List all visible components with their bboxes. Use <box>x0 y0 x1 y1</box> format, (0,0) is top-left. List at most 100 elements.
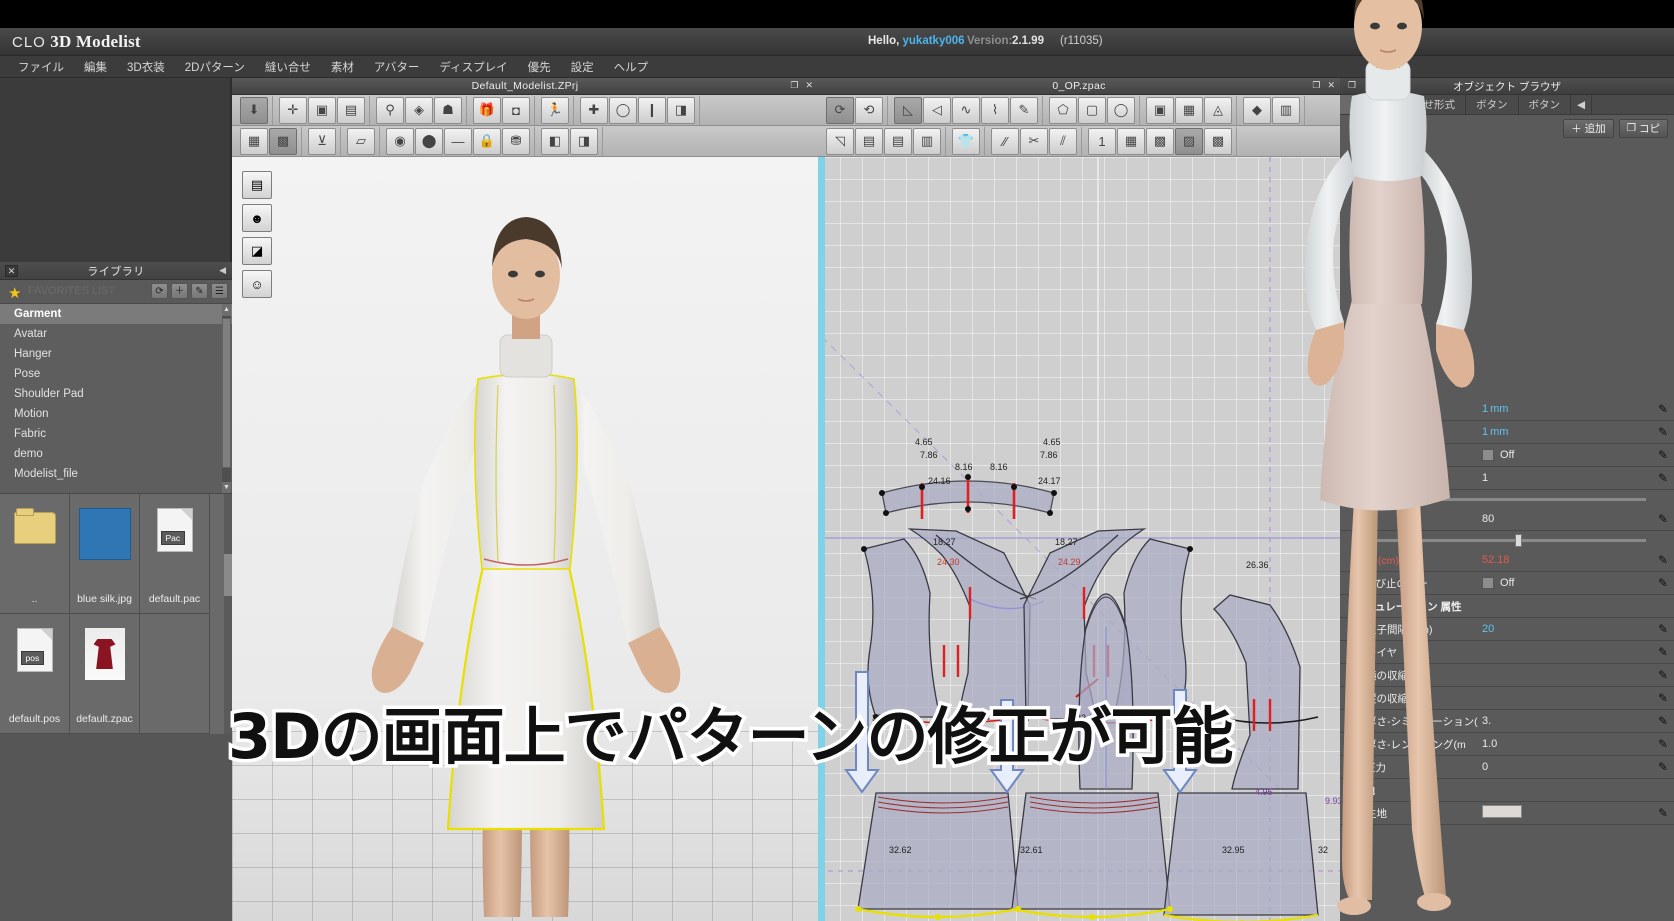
slider-knob[interactable] <box>1514 533 1522 547</box>
library-file-default-pos[interactable]: pos default.pos <box>0 614 70 734</box>
object-browser-plus-button[interactable]: ＋追加 <box>1563 118 1614 138</box>
number-tool[interactable]: 1 <box>1088 127 1116 155</box>
panel-3d-maximize-icon[interactable]: ❐ <box>790 80 798 91</box>
panel-3d-close-icon[interactable]: ✕ <box>805 80 813 91</box>
property-wrench-icon[interactable]: ✎ <box>1652 737 1674 751</box>
internal-circ-tool[interactable]: ◬ <box>1204 96 1232 124</box>
property-slider[interactable] <box>1340 490 1674 508</box>
sync-3d-tool[interactable]: ⟲ <box>855 96 883 124</box>
library-tree-item-avatar[interactable]: Avatar <box>0 324 232 344</box>
library-file-empty[interactable] <box>140 614 210 734</box>
object-browser-tab-2[interactable]: ボタン <box>1466 95 1519 114</box>
property-row[interactable]: 厚さ-シミュレーション(3. ✎ <box>1340 710 1674 733</box>
library-close-icon[interactable]: ✕ <box>5 265 18 277</box>
panel-2d-close-icon[interactable]: ✕ <box>1327 80 1335 91</box>
library-tree-item-modelist-file[interactable]: Modelist_file <box>0 464 232 484</box>
fabric-view-icon[interactable]: ▤ <box>242 171 272 199</box>
circle-draw-tool[interactable]: ◯ <box>1107 96 1135 124</box>
library-tree-item-fabric[interactable]: Fabric <box>0 424 232 444</box>
edit-icon[interactable]: ✎ <box>191 283 208 299</box>
viewport-3d[interactable]: ▤ ☻ ◪ ☺ <box>232 157 818 921</box>
grid-select-tool[interactable]: ▦ <box>1117 127 1145 155</box>
measure-circ-tool[interactable]: ◯ <box>609 96 637 124</box>
library-tree-item-pose[interactable]: Pose <box>0 364 232 384</box>
property-wrench-icon[interactable]: ✎ <box>1652 691 1674 705</box>
sew-select-tool[interactable]: ⁄⁄ <box>991 127 1019 155</box>
menu-item-5[interactable]: 素材 <box>321 57 364 77</box>
object-browser-tab-4[interactable]: ◀ <box>1571 95 1593 114</box>
library-tree-item-hanger[interactable]: Hanger <box>0 344 232 364</box>
library-tree-item-shoulder-pad[interactable]: Shoulder Pad <box>0 384 232 404</box>
blue-diamond-tool[interactable]: ◆ <box>1243 96 1271 124</box>
property-value[interactable]: 1 <box>1482 472 1652 484</box>
fold-pin-tool[interactable]: ◈ <box>405 96 433 124</box>
menu-item-0[interactable]: ファイル <box>8 57 74 77</box>
property-value[interactable]: 1 mm <box>1482 403 1652 415</box>
menu-item-4[interactable]: 縫い合せ <box>255 57 321 77</box>
property-slider[interactable] <box>1340 531 1674 549</box>
box-open-tool[interactable]: 🎁 <box>473 96 501 124</box>
object-browser-restore-icon[interactable]: ❐ <box>1348 80 1356 91</box>
property-value[interactable]: 0 <box>1482 761 1652 773</box>
point-add-tool[interactable]: ✎ <box>1010 96 1038 124</box>
property-wrench-icon[interactable]: ✎ <box>1652 622 1674 636</box>
mesh-select-tool[interactable]: ▦ <box>240 127 268 155</box>
avatar-pin-tool[interactable]: ☗ <box>434 96 462 124</box>
property-row[interactable]: 伸び止のテー Off ✎ <box>1340 572 1674 595</box>
seam-line-tool[interactable]: ▤ <box>855 127 883 155</box>
ruler-tool[interactable]: — <box>444 127 472 155</box>
list-icon[interactable]: ☰ <box>211 283 228 299</box>
property-value[interactable]: Off <box>1482 577 1652 590</box>
property-wrench-icon[interactable]: ✎ <box>1652 806 1674 820</box>
zipper-tool[interactable]: ⊻ <box>308 127 336 155</box>
sync-pattern-tool[interactable]: ⟳ <box>826 96 854 124</box>
menu-item-10[interactable]: ヘルプ <box>604 57 659 77</box>
measure-cross-tool[interactable]: ✚ <box>580 96 608 124</box>
layer-view-icon[interactable]: ◪ <box>242 237 272 265</box>
property-row[interactable]: 粒子間隔(mm) 20 ✎ <box>1340 618 1674 641</box>
property-wrench-icon[interactable]: ✎ <box>1652 512 1674 526</box>
library-tree-item-motion[interactable]: Motion <box>0 404 232 424</box>
property-row[interactable]: レイヤ ✎ <box>1340 641 1674 664</box>
button-select-tool[interactable]: ◉ <box>386 127 414 155</box>
property-row[interactable]: 圧力 0 ✎ <box>1340 756 1674 779</box>
menu-item-2[interactable]: 3D衣装 <box>117 57 175 77</box>
property-wrench-icon[interactable]: ✎ <box>1652 645 1674 659</box>
measure-side-tool[interactable]: ◨ <box>667 96 695 124</box>
library-collapse-icon[interactable]: ◀ <box>219 265 226 276</box>
checkbox-icon[interactable] <box>1482 449 1494 462</box>
sync-down-tool[interactable]: ⬇ <box>240 96 268 124</box>
property-wrench-icon[interactable]: ✎ <box>1652 553 1674 567</box>
pattern-pieces-svg[interactable] <box>818 157 1340 921</box>
polygon-draw-tool[interactable]: ⬠ <box>1049 96 1077 124</box>
menu-item-6[interactable]: アバター <box>364 57 430 77</box>
internal-poly-tool[interactable]: ▦ <box>1175 96 1203 124</box>
sym-right-tool[interactable]: ◨ <box>570 127 598 155</box>
property-wrench-icon[interactable]: ✎ <box>1652 471 1674 485</box>
seam-free-tool[interactable]: ▥ <box>913 127 941 155</box>
seam-select-tool[interactable]: ◹ <box>826 127 854 155</box>
box-blue-tool[interactable]: ◘ <box>502 96 530 124</box>
transform-tool[interactable]: ✛ <box>279 96 307 124</box>
avatar-3d-model[interactable] <box>232 157 818 917</box>
grid-green-tool[interactable]: ▩ <box>1146 127 1174 155</box>
object-browser-tab-1[interactable]: 縫い合せ形式 <box>1382 95 1466 114</box>
refresh-icon[interactable]: ⟳ <box>151 283 168 299</box>
grid-dark-tool[interactable]: ▨ <box>1175 127 1203 155</box>
property-wrench-icon[interactable]: ✎ <box>1652 760 1674 774</box>
seam-wave-tool[interactable]: ▤ <box>884 127 912 155</box>
pin-tool[interactable]: ⚲ <box>376 96 404 124</box>
head-view-icon[interactable]: ☺ <box>242 270 272 298</box>
add-icon[interactable]: ＋ <box>171 283 188 299</box>
property-row[interactable]: 1 ✎ <box>1340 467 1674 490</box>
sym-left-tool[interactable]: ◧ <box>541 127 569 155</box>
garment-arrange-tool[interactable]: 👕 <box>952 127 980 155</box>
scroll-thumb[interactable] <box>222 318 231 468</box>
run-tool[interactable]: 🏃 <box>541 96 569 124</box>
property-value[interactable]: 80 <box>1482 513 1652 525</box>
measure-line-tool[interactable]: ❙ <box>638 96 666 124</box>
menu-item-1[interactable]: 編集 <box>74 57 117 77</box>
property-wrench-icon[interactable]: ✎ <box>1652 425 1674 439</box>
polygon-select-tool[interactable]: ◺ <box>894 96 922 124</box>
property-row[interactable]: 長さ (cm) 52.18 ✎ <box>1340 549 1674 572</box>
